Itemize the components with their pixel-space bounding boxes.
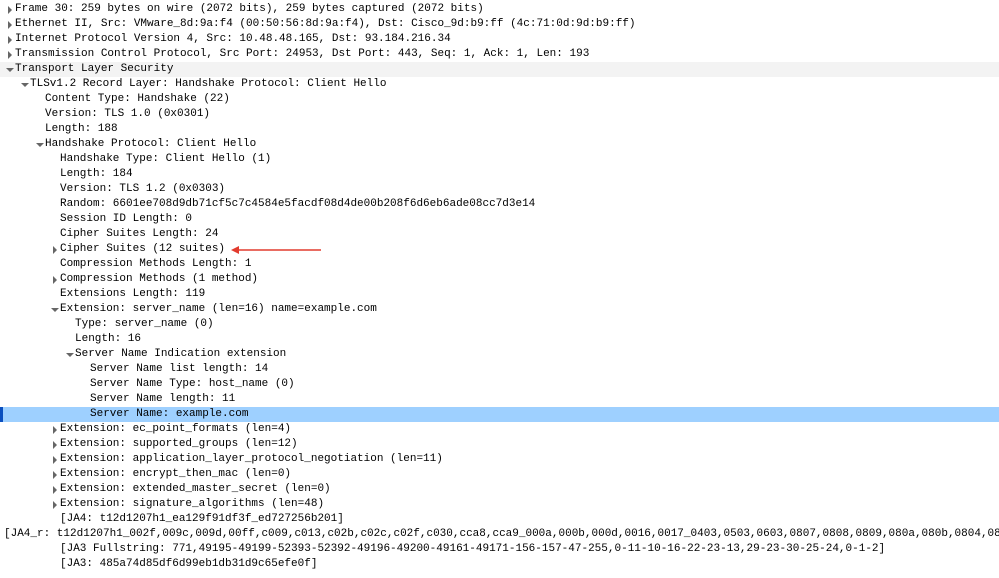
expand-icon[interactable] [49,426,60,434]
tree-row[interactable]: Random: 6601ee708d9db71cf5c7c4584e5facdf… [0,197,999,212]
tree-row[interactable]: Internet Protocol Version 4, Src: 10.48.… [0,32,999,47]
tree-row-label: Ethernet II, Src: VMware_8d:9a:f4 (00:50… [15,17,636,32]
tree-row[interactable]: Ethernet II, Src: VMware_8d:9a:f4 (00:50… [0,17,999,32]
tree-row[interactable]: Frame 30: 259 bytes on wire (2072 bits),… [0,2,999,17]
tree-row-label: [JA3: 485a74d85df6d99eb1db31d9c65efe0f] [60,557,317,572]
tree-row[interactable]: Length: 16 [0,332,999,347]
expand-icon[interactable] [4,36,15,44]
tree-row-label: Extension: supported_groups (len=12) [60,437,298,452]
tree-row[interactable]: Extension: supported_groups (len=12) [0,437,999,452]
tree-row[interactable]: Server Name Type: host_name (0) [0,377,999,392]
expand-icon[interactable] [4,6,15,14]
tree-row[interactable]: [JA3 Fullstring: 771,49195-49199-52393-5… [0,542,999,557]
tree-row-label: Server Name: example.com [90,407,248,422]
tree-row-label: Length: 16 [75,332,141,347]
expand-icon[interactable] [49,486,60,494]
tree-row[interactable]: Extension: encrypt_then_mac (len=0) [0,467,999,482]
tree-row[interactable]: Server Name list length: 14 [0,362,999,377]
collapse-icon[interactable] [64,351,75,359]
tree-row-label: Extension: server_name (len=16) name=exa… [60,302,377,317]
tree-row[interactable]: Extension: extended_master_secret (len=0… [0,482,999,497]
packet-details-tree[interactable]: Frame 30: 259 bytes on wire (2072 bits),… [0,0,999,578]
tree-row[interactable]: Server Name length: 11 [0,392,999,407]
expand-icon[interactable] [49,441,60,449]
tree-row-label: Extension: extended_master_secret (len=0… [60,482,331,497]
collapse-icon[interactable] [34,141,45,149]
tree-row-label: Content Type: Handshake (22) [45,92,230,107]
expand-icon[interactable] [49,246,60,254]
tree-row-label: TLSv1.2 Record Layer: Handshake Protocol… [30,77,386,92]
tree-row-label: Version: TLS 1.2 (0x0303) [60,182,225,197]
tree-row[interactable]: Session ID Length: 0 [0,212,999,227]
tree-row-label: Compression Methods (1 method) [60,272,258,287]
tree-row-label: [JA3 Fullstring: 771,49195-49199-52393-5… [60,542,885,557]
tree-row-label: Session ID Length: 0 [60,212,192,227]
tree-row-label: Server Name list length: 14 [90,362,268,377]
tree-row[interactable]: Extension: application_layer_protocol_ne… [0,452,999,467]
tree-row[interactable]: Cipher Suites Length: 24 [0,227,999,242]
tree-row-label: Cipher Suites (12 suites) [60,242,225,257]
tree-row[interactable]: Extension: ec_point_formats (len=4) [0,422,999,437]
tree-row[interactable]: Server Name: example.com [0,407,999,422]
tree-row-label: Extension: encrypt_then_mac (len=0) [60,467,291,482]
collapse-icon[interactable] [49,306,60,314]
tree-row[interactable]: Version: TLS 1.0 (0x0301) [0,107,999,122]
tree-row[interactable]: Extension: server_name (len=16) name=exa… [0,302,999,317]
tree-row-label: Cipher Suites Length: 24 [60,227,218,242]
tree-row[interactable]: Cipher Suites (12 suites) [0,242,999,257]
tree-row[interactable]: [JA3: 485a74d85df6d99eb1db31d9c65efe0f] [0,557,999,572]
tree-row-label: Server Name Indication extension [75,347,286,362]
tree-row[interactable]: Version: TLS 1.2 (0x0303) [0,182,999,197]
tree-row[interactable]: Handshake Protocol: Client Hello [0,137,999,152]
tree-row-label: Version: TLS 1.0 (0x0301) [45,107,210,122]
tree-row[interactable]: [JA4: t12d1207h1_ea129f91df3f_ed727256b2… [0,512,999,527]
tree-row[interactable]: Extensions Length: 119 [0,287,999,302]
annotation-arrow-icon [231,246,321,254]
tree-row[interactable]: Content Type: Handshake (22) [0,92,999,107]
tree-row-label: Length: 184 [60,167,133,182]
tree-row-label: Handshake Type: Client Hello (1) [60,152,271,167]
tree-row-label: Transport Layer Security [15,62,173,77]
tree-row[interactable]: Server Name Indication extension [0,347,999,362]
tree-row-label: Extension: application_layer_protocol_ne… [60,452,443,467]
tree-row[interactable]: Compression Methods Length: 1 [0,257,999,272]
tree-row-label: Length: 188 [45,122,118,137]
tree-row[interactable]: Transport Layer Security [0,62,999,77]
collapse-icon[interactable] [19,81,30,89]
tree-row[interactable]: Compression Methods (1 method) [0,272,999,287]
tree-row[interactable]: Transmission Control Protocol, Src Port:… [0,47,999,62]
expand-icon[interactable] [4,21,15,29]
tree-row-label: Compression Methods Length: 1 [60,257,251,272]
tree-row-label: [JA4_r: t12d1207h1_002f,009c,009d,00ff,c… [4,527,999,542]
tree-row-label: Internet Protocol Version 4, Src: 10.48.… [15,32,451,47]
tree-row-label: [JA4: t12d1207h1_ea129f91df3f_ed727256b2… [60,512,344,527]
tree-row[interactable]: Length: 184 [0,167,999,182]
expand-icon[interactable] [49,456,60,464]
tree-row[interactable]: TLSv1.2 Record Layer: Handshake Protocol… [0,77,999,92]
expand-icon[interactable] [4,51,15,59]
tree-row-label: Server Name length: 11 [90,392,235,407]
collapse-icon[interactable] [4,66,15,74]
tree-row[interactable]: Handshake Type: Client Hello (1) [0,152,999,167]
tree-row-label: Transmission Control Protocol, Src Port:… [15,47,589,62]
tree-row-label: Frame 30: 259 bytes on wire (2072 bits),… [15,2,484,17]
tree-row-label: Type: server_name (0) [75,317,214,332]
tree-row[interactable]: Type: server_name (0) [0,317,999,332]
tree-row-label: Server Name Type: host_name (0) [90,377,295,392]
expand-icon[interactable] [49,471,60,479]
tree-row-label: Random: 6601ee708d9db71cf5c7c4584e5facdf… [60,197,535,212]
tree-row-label: Extensions Length: 119 [60,287,205,302]
expand-icon[interactable] [49,276,60,284]
tree-row-label: Handshake Protocol: Client Hello [45,137,256,152]
tree-row-label: Extension: ec_point_formats (len=4) [60,422,291,437]
tree-row[interactable]: [JA4_r: t12d1207h1_002f,009c,009d,00ff,c… [0,527,999,542]
tree-row[interactable]: Length: 188 [0,122,999,137]
